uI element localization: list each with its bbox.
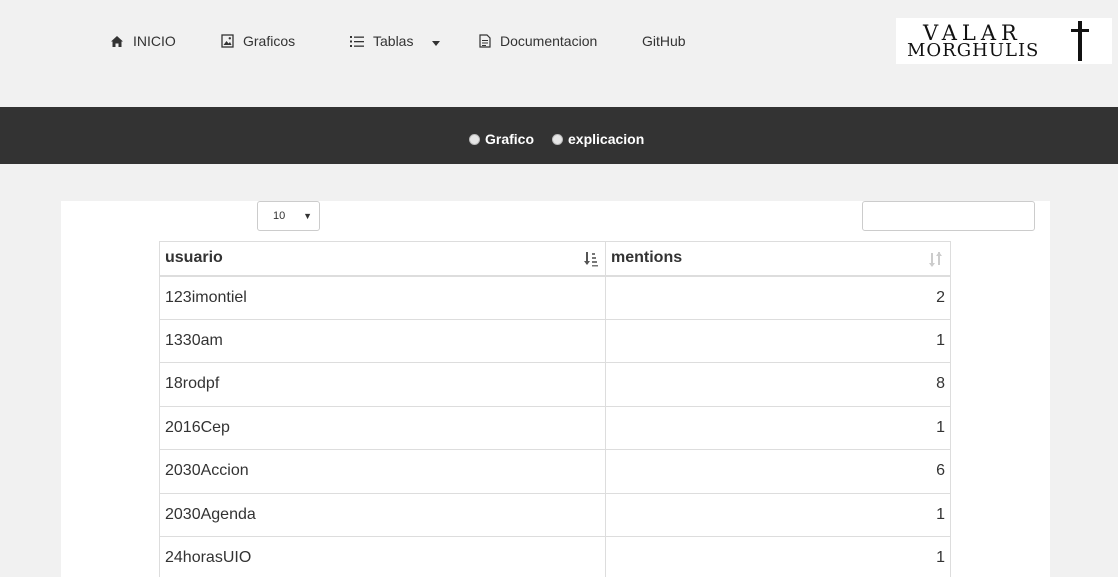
page-length-select[interactable]: 10 ▼ [257, 201, 320, 231]
home-icon [111, 35, 123, 47]
cell-usuario: 2030Accion [159, 449, 606, 494]
nav-inicio-label: INICIO [133, 33, 176, 49]
table-header-row: usuario mentions [159, 241, 951, 277]
view-selector-bar: Grafico explicacion [0, 107, 1118, 164]
cell-mentions: 1 [605, 536, 951, 577]
table-row[interactable]: 123imontiel 2 [159, 275, 951, 320]
cell-mentions: 8 [605, 362, 951, 407]
cell-mentions: 1 [605, 492, 951, 537]
cell-usuario: 123imontiel [159, 275, 606, 320]
radio-explicacion[interactable]: explicacion [552, 131, 644, 147]
nav-tablas-dropdown[interactable]: Tablas [350, 32, 441, 50]
logo-line2: MORGHULIS [907, 40, 1040, 61]
cell-mentions: 6 [605, 449, 951, 494]
search-input[interactable] [862, 201, 1035, 231]
sort-both-icon [929, 252, 942, 267]
cell-mentions: 1 [605, 318, 951, 363]
image-icon [221, 34, 234, 48]
nav-documentacion-label: Documentacion [500, 33, 598, 49]
radio-grafico[interactable]: Grafico [469, 131, 534, 147]
table-panel: 10 ▼ usuario mentions 123imontiel 2 1330… [61, 201, 1050, 577]
sword-icon [1078, 21, 1082, 61]
table-row[interactable]: 1330am 1 [159, 318, 951, 363]
chevron-down-icon [432, 41, 441, 46]
radio-button[interactable] [552, 133, 563, 145]
nav-github-label: GitHub [642, 33, 686, 49]
radio-explicacion-label: explicacion [568, 131, 645, 147]
table-row[interactable]: 2030Agenda 1 [159, 492, 951, 537]
page-length-value: 10 [273, 210, 286, 222]
sort-ascending-icon [584, 252, 598, 267]
logo[interactable]: VALAR MORGHULIS [896, 18, 1112, 64]
cell-mentions: 2 [605, 275, 951, 320]
cell-usuario: 18rodpf [159, 362, 606, 407]
dropdown-arrow-icon: ▼ [303, 211, 312, 221]
sword-guard [1071, 29, 1089, 32]
column-header-mentions[interactable]: mentions [605, 241, 951, 277]
nav-graficos[interactable]: Graficos [221, 32, 295, 50]
cell-usuario: 2030Agenda [159, 492, 606, 537]
column-header-label: mentions [611, 249, 683, 267]
nav-tablas-label: Tablas [373, 33, 414, 49]
list-icon [350, 35, 364, 47]
cell-usuario: 1330am [159, 318, 606, 363]
cell-mentions: 1 [605, 405, 951, 450]
cell-usuario: 2016Cep [159, 405, 606, 450]
radio-grafico-label: Grafico [485, 131, 535, 147]
nav-github[interactable]: GitHub [642, 32, 686, 50]
radio-button[interactable] [469, 133, 480, 145]
table-row[interactable]: 18rodpf 8 [159, 362, 951, 407]
nav-inicio[interactable]: INICIO [110, 32, 176, 50]
column-header-usuario[interactable]: usuario [159, 241, 606, 277]
column-header-label: usuario [165, 249, 223, 267]
table-row[interactable]: 2030Accion 6 [159, 449, 951, 494]
cell-usuario: 24horasUIO [159, 536, 606, 577]
data-table: usuario mentions 123imontiel 2 1330am 1 … [159, 241, 951, 577]
nav-graficos-label: Graficos [243, 33, 296, 49]
table-row[interactable]: 24horasUIO 1 [159, 536, 951, 577]
nav-documentacion[interactable]: Documentacion [479, 32, 597, 50]
table-row[interactable]: 2016Cep 1 [159, 405, 951, 450]
top-navbar: INICIO Graficos Tablas Documentacion Git… [0, 0, 1118, 107]
document-icon [479, 34, 491, 48]
